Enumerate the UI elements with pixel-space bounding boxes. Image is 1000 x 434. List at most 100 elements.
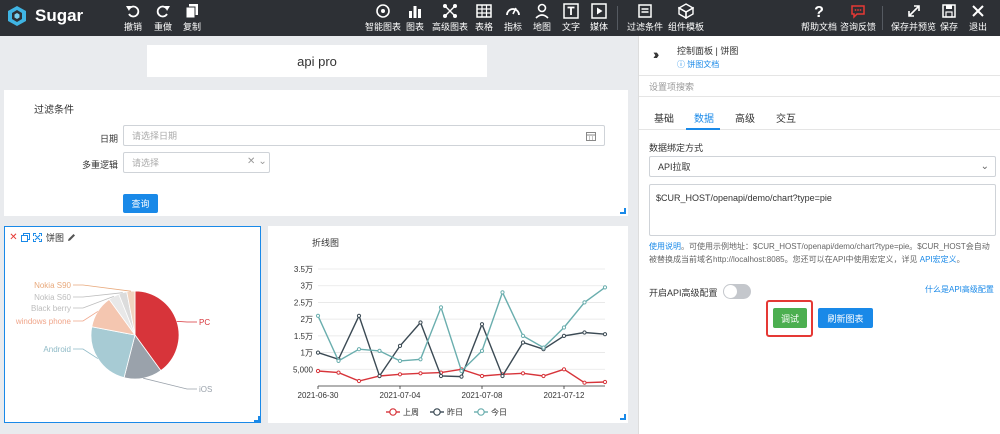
exit-button[interactable]: 退出 [969, 3, 987, 33]
series-point [356, 347, 362, 352]
series-point [397, 358, 403, 363]
clear-icon[interactable]: ✕ [247, 156, 255, 167]
toolbar-divider [617, 6, 618, 30]
resize-handle[interactable] [620, 208, 626, 214]
media-button[interactable]: 媒体 [590, 3, 608, 33]
resize-handle[interactable] [620, 414, 626, 420]
api-url-textarea[interactable]: $CUR_HOST/openapi/demo/chart?type=pie [649, 184, 996, 236]
pie-doc-link[interactable]: ⓘ 饼图文档 [677, 59, 719, 70]
legend-marker [389, 408, 397, 416]
copy-button[interactable]: 复制 [183, 3, 201, 33]
series-point [336, 358, 341, 363]
smart-chart-label: 智能图表 [365, 22, 402, 32]
legend-marker [433, 408, 441, 416]
pie-label: Nokia S90 [34, 281, 71, 290]
map-button[interactable]: 地图 [533, 3, 551, 33]
series-point [479, 322, 485, 327]
indicator-button[interactable]: 指标 [504, 3, 522, 33]
legend-marker [477, 408, 485, 416]
api-help-text: 使用说明。可使用示例地址：$CUR_HOST/openapi/demo/char… [649, 240, 996, 266]
filter-button[interactable]: 过滤条件 [627, 3, 663, 33]
component-template-button[interactable]: 组件模板 [668, 3, 704, 33]
tab-interaction[interactable]: 交互 [776, 110, 796, 125]
query-button[interactable]: 查询 [123, 194, 158, 213]
panel-header: ›› 控制面板 | 饼图 ⓘ 饼图文档 [639, 36, 1000, 76]
series-line [317, 286, 606, 373]
api-macro-link[interactable]: API宏定义 [920, 255, 957, 264]
logo: Sugar [8, 6, 83, 26]
active-tab-indicator [686, 128, 720, 130]
binding-method-value: API拉取 [658, 162, 691, 172]
copy-icon [185, 4, 198, 19]
text-icon [563, 3, 579, 19]
pie-label: Android [43, 345, 71, 354]
gauge-icon [506, 7, 520, 16]
panel-breadcrumb: 控制面板 | 饼图 [677, 46, 739, 56]
undo-button[interactable]: 撤销 [124, 3, 142, 33]
component-template-label: 组件模板 [668, 22, 705, 32]
date-input[interactable] [123, 125, 605, 146]
collapse-panel-icon[interactable]: ›› [653, 46, 660, 62]
text-button[interactable]: 文字 [562, 3, 580, 33]
filter-card[interactable]: 过滤条件 日期 多重逻辑 ✕ ⌄ [4, 90, 628, 216]
line-chart-card[interactable]: 折线图 5,000 1万 1.5万 2万 2.5万 3万 3.5万 2021-06-30 202… [268, 226, 628, 423]
pie-leader-line [143, 377, 197, 390]
legend-label: 上周 [403, 408, 419, 417]
svg-text:?: ? [814, 4, 824, 19]
pie-leader-line [176, 321, 197, 323]
calendar-icon [586, 132, 596, 141]
advanced-config-help-link[interactable]: 什么是API高级配置 [925, 284, 994, 295]
media-label: 媒体 [590, 22, 609, 32]
series-point [315, 350, 321, 355]
pie-label: windows phone [15, 317, 72, 326]
close-icon [972, 5, 984, 17]
pie-chart-card[interactable]: ✕ 饼图 PC iOS Android windows phone Black berr… [4, 226, 261, 423]
multi-logic-label: 多重逻辑 [81, 160, 118, 170]
series-point [582, 380, 587, 385]
report-title[interactable]: api pro [147, 45, 487, 77]
series-point [479, 348, 485, 354]
resize-handle[interactable] [254, 416, 260, 422]
control-panel: ›› 控制面板 | 饼图 ⓘ 饼图文档 基础 数据 高级 交互 数据绑定方式 A… [638, 36, 1000, 434]
series-point [602, 332, 608, 337]
question-icon: ? [814, 4, 824, 19]
tab-basic[interactable]: 基础 [654, 110, 674, 125]
debug-button[interactable]: 调试 [773, 308, 807, 328]
toolbar-divider [882, 6, 883, 30]
series-point [582, 300, 587, 305]
settings-search-input[interactable] [639, 77, 1000, 97]
series-point [418, 320, 423, 325]
chart-button[interactable]: 图表 [406, 3, 424, 33]
help-doc-button[interactable]: ? 帮助文档 [801, 3, 837, 33]
tab-data[interactable]: 数据 [694, 110, 714, 125]
refresh-chart-button[interactable]: 刷新图表 [818, 308, 873, 328]
map-label: 地图 [533, 22, 552, 32]
advanced-chart-button[interactable]: 高级图表 [432, 3, 468, 33]
network-chart-icon [443, 4, 457, 18]
series-point [582, 330, 587, 335]
save-button[interactable]: 保存 [940, 3, 958, 33]
tab-advanced[interactable]: 高级 [735, 110, 755, 125]
indicator-label: 指标 [504, 22, 523, 32]
y-tick-label: 3.5万 [294, 265, 313, 274]
advanced-config-toggle[interactable] [723, 284, 751, 299]
smart-chart-button[interactable]: 智能图表 [365, 3, 401, 33]
pie-chart: PC iOS Android windows phone Black berry Noki… [15, 281, 213, 394]
chat-bubble-icon [851, 5, 865, 19]
series-point [377, 373, 382, 379]
series-point [602, 379, 608, 385]
series-point [602, 285, 608, 290]
binding-method-select[interactable]: API拉取 ⌄ [649, 156, 996, 177]
usage-link[interactable]: 使用说明 [649, 242, 681, 251]
filter-label: 过滤条件 [627, 22, 664, 32]
copy-label: 复制 [183, 22, 202, 32]
feedback-label: 咨询反馈 [840, 22, 877, 32]
series-point [397, 372, 403, 377]
redo-button[interactable]: 重做 [154, 3, 172, 33]
save-preview-button[interactable]: 保存并预览 [891, 3, 936, 33]
sugar-logo-icon [8, 6, 26, 26]
text-label: 文字 [562, 22, 581, 32]
feedback-button[interactable]: 咨询反馈 [840, 3, 876, 33]
table-button[interactable]: 表格 [475, 3, 493, 33]
x-tick-label: 2021-06-30 [298, 391, 339, 400]
